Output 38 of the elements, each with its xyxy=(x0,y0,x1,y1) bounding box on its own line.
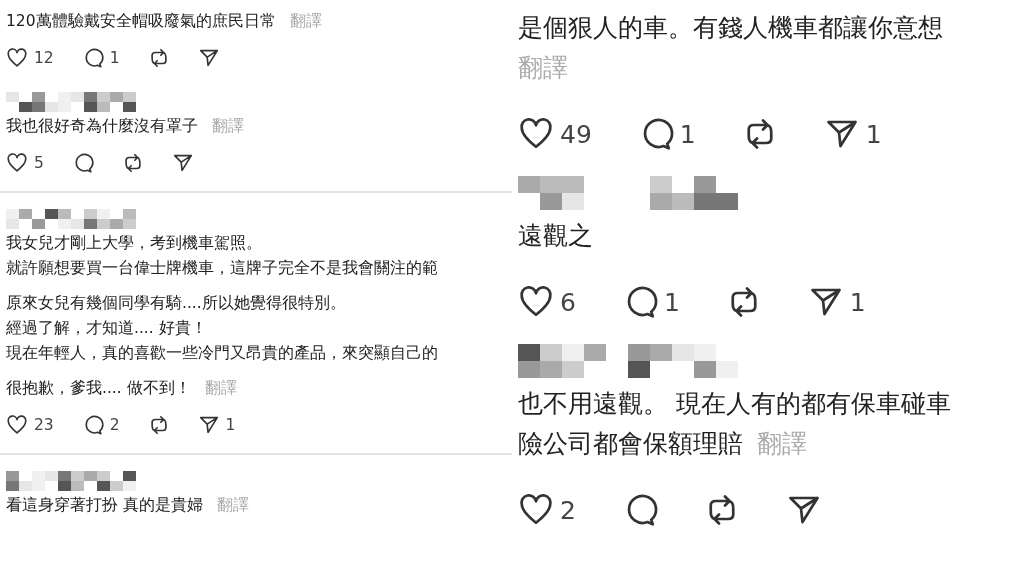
count-label: 23 xyxy=(34,416,54,434)
count-label: 2 xyxy=(560,495,576,525)
comment-text: 是個狠人的車。有錢人機車都讓你意想 xyxy=(518,12,943,44)
count-label: 1 xyxy=(109,49,120,67)
send-icon[interactable] xyxy=(197,414,220,436)
translate-link[interactable]: 翻譯 xyxy=(216,493,249,518)
comment-text: 我女兒才剛上大學，考到機車駕照。 xyxy=(6,233,262,254)
comment-text: 險公司都會保額理賠 xyxy=(518,428,743,460)
count-label: 1 xyxy=(663,287,680,317)
comment-text: 原來女兒有幾個同學有騎....所以她覺得很特別。 xyxy=(6,293,346,314)
count-label: 1 xyxy=(225,416,236,434)
translate-link[interactable]: 翻譯 xyxy=(204,376,237,401)
translate-link[interactable]: 翻譯 xyxy=(757,424,807,464)
translate-link[interactable]: 翻譯 xyxy=(518,48,568,88)
count-label: 6 xyxy=(560,287,576,317)
comment-text: 120萬體驗戴安全帽吸廢氣的庶民日常 xyxy=(6,11,276,32)
comment-text: 很抱歉，爹我.... 做不到！ xyxy=(6,378,191,399)
heart-icon[interactable] xyxy=(6,414,28,436)
comment-text: 經過了解，才知道.... 好貴！ xyxy=(6,318,207,339)
comment-text: 現在年輕人，真的喜歡一些冷門又昂貴的產品，來突顯自己的 xyxy=(6,343,438,364)
send-icon[interactable] xyxy=(197,47,220,69)
count-label: 2 xyxy=(109,416,120,434)
send-icon[interactable] xyxy=(171,152,194,174)
heart-icon[interactable] xyxy=(6,152,28,174)
comment-text: 看這身穿著打扮 真的是貴婦 xyxy=(6,495,203,516)
count-label: 1 xyxy=(679,119,696,149)
count-label: 49 xyxy=(560,119,592,149)
comment-text: 我也很好奇為什麼沒有罩子 xyxy=(6,116,198,137)
count-label: 12 xyxy=(34,49,54,67)
comment-text: 也不用遠觀。 現在人有的都有保車碰車 xyxy=(518,388,951,420)
comment-text: 遠觀之 xyxy=(518,220,593,252)
translate-link[interactable]: 翻譯 xyxy=(212,114,244,139)
translate-link[interactable]: 翻譯 xyxy=(289,9,322,34)
count-label: 5 xyxy=(34,154,44,172)
count-label: 1 xyxy=(849,287,866,317)
heart-icon[interactable] xyxy=(6,47,28,69)
count-label: 1 xyxy=(865,119,882,149)
comment-text: 就許願想要買一台偉士牌機車，這牌子完全不是我會關注的範 xyxy=(6,258,438,279)
